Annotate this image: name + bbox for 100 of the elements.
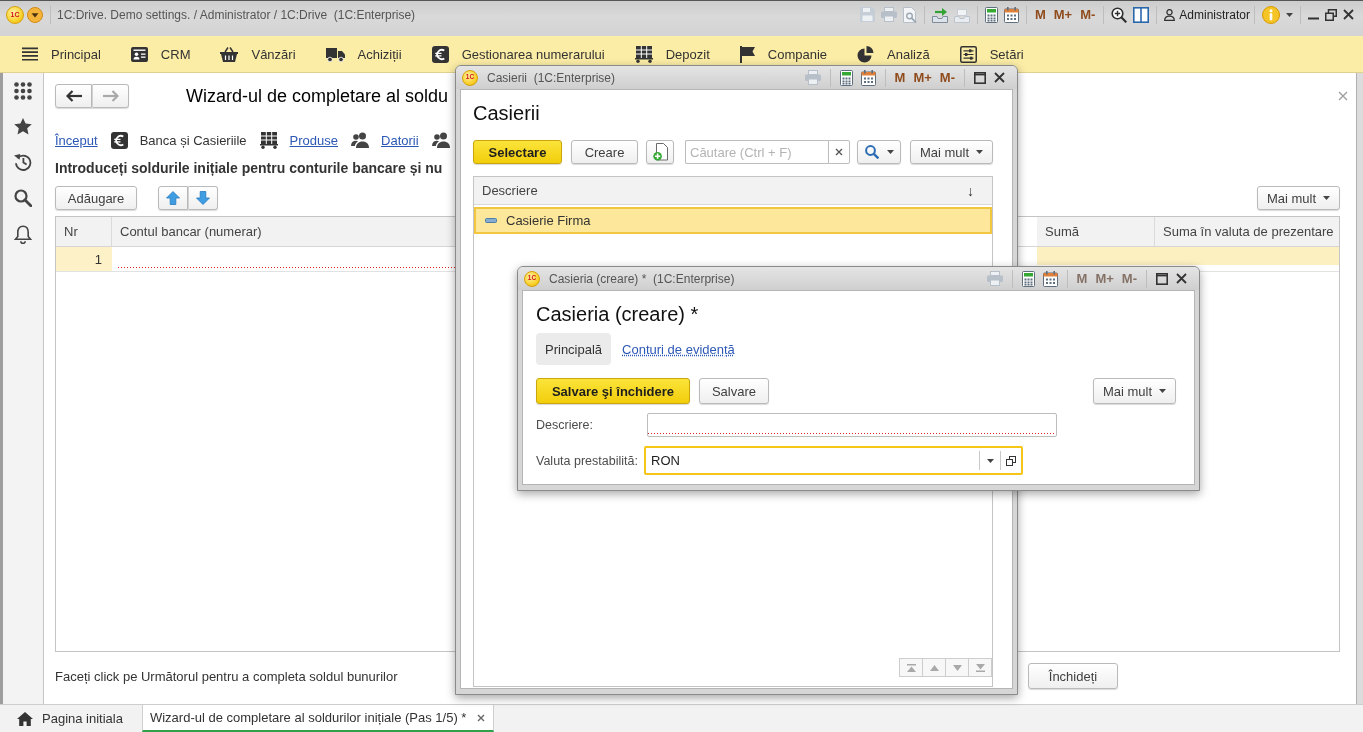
- arrow-right-icon: [102, 90, 119, 102]
- clear-button[interactable]: [828, 140, 850, 164]
- close-button[interactable]: Închideți: [1028, 663, 1118, 689]
- calendar-icon[interactable]: [1042, 270, 1058, 287]
- tab[interactable]: Wizard-ul de completare al soldurilor inițiale (Pas 1/5) *: [141, 705, 495, 732]
- tab[interactable]: Conturi de evidență: [622, 333, 735, 365]
- table-cell[interactable]: [1155, 247, 1339, 265]
- table-cell: 1: [56, 247, 112, 271]
- tab[interactable]: Pagina initiala: [0, 705, 142, 732]
- memory-button[interactable]: M: [1031, 6, 1049, 23]
- column-header: Nr: [56, 217, 112, 247]
- apps-grid-icon[interactable]: [14, 82, 32, 100]
- minus-icon: [485, 218, 497, 223]
- calculator-icon[interactable]: [839, 69, 853, 86]
- caret-icon: [886, 150, 894, 154]
- shelf-cart-icon: [634, 45, 653, 63]
- section-item[interactable]: Vânzări: [220, 46, 296, 62]
- step-link[interactable]: Datorii: [381, 132, 419, 148]
- back-button[interactable]: [55, 84, 92, 108]
- maximize-icon[interactable]: [974, 71, 986, 84]
- truck-icon: [325, 46, 345, 62]
- section-item[interactable]: CRM: [130, 46, 191, 62]
- step-link[interactable]: Început: [55, 132, 98, 148]
- section-item[interactable]: Achiziții: [325, 46, 402, 62]
- close-icon[interactable]: [1343, 9, 1354, 20]
- dialog-title: Casierii: [473, 101, 540, 125]
- calendar-icon[interactable]: [1003, 6, 1019, 23]
- memory-button[interactable]: M+: [910, 69, 935, 86]
- section-item[interactable]: Setări: [959, 45, 1024, 63]
- maximize-icon[interactable]: [1156, 272, 1168, 285]
- more-button[interactable]: Mai mult: [910, 140, 993, 164]
- sliders-icon: [959, 45, 977, 63]
- calendar-icon[interactable]: [860, 69, 876, 86]
- arrow-down-icon: [196, 191, 210, 205]
- search-button[interactable]: [857, 140, 901, 164]
- id-card-icon: [130, 46, 148, 62]
- add-button[interactable]: Adăugare: [55, 186, 137, 210]
- star-icon[interactable]: [14, 118, 32, 135]
- caret-icon: [986, 458, 994, 463]
- shelf-cart-icon: [259, 131, 278, 149]
- pie-chart-icon: [857, 45, 875, 63]
- calculator-icon[interactable]: [984, 6, 998, 23]
- select-field[interactable]: RON: [644, 446, 1023, 475]
- memory-button[interactable]: M-: [936, 69, 958, 86]
- person-icon: [1164, 8, 1176, 21]
- tray-arrow-icon[interactable]: [931, 6, 948, 23]
- create-button[interactable]: Creare: [571, 140, 638, 164]
- current-step[interactable]: Banca și Casieriile: [139, 132, 247, 148]
- caret-icon: [1323, 196, 1331, 200]
- search-field[interactable]: Căutare (Ctrl + F): [685, 140, 828, 164]
- step-link[interactable]: Produse: [289, 132, 338, 148]
- euro-icon: [110, 131, 128, 149]
- move-up-button[interactable]: [158, 186, 188, 210]
- people-icon: [431, 132, 450, 148]
- memory-button[interactable]: M: [891, 69, 909, 86]
- more-button[interactable]: Mai mult: [1257, 186, 1340, 210]
- history-icon[interactable]: [14, 153, 32, 171]
- caret-icon: [976, 150, 984, 154]
- tab[interactable]: Principală: [536, 333, 612, 365]
- list-row[interactable]: Casierie Firma: [474, 207, 992, 234]
- save-button[interactable]: Salvare: [699, 378, 769, 404]
- text-field[interactable]: [647, 413, 1057, 437]
- caret-icon[interactable]: [1286, 12, 1293, 17]
- search-icon: [864, 145, 879, 159]
- basket-icon: [220, 46, 239, 62]
- section-item[interactable]: Gestionarea numerarului: [431, 45, 605, 63]
- column-header: Sumă: [1037, 217, 1155, 247]
- triangle-down-bar-icon: [975, 663, 985, 672]
- menu-icon: [22, 47, 38, 61]
- flag-icon: [739, 45, 755, 63]
- user-name[interactable]: Administrator: [1179, 7, 1250, 22]
- save-and-close-button[interactable]: Salvare şi închidere: [536, 378, 690, 404]
- section-item[interactable]: Depozit: [634, 45, 710, 63]
- close-icon[interactable]: [994, 72, 1005, 83]
- select-button[interactable]: Selectare: [473, 140, 562, 164]
- table-cell[interactable]: [1037, 247, 1155, 265]
- section-item[interactable]: Principal: [22, 46, 101, 62]
- memory-button[interactable]: M-: [1077, 6, 1099, 23]
- caret-circle-icon[interactable]: [27, 6, 43, 23]
- close-icon[interactable]: [1176, 273, 1187, 284]
- bell-icon[interactable]: [14, 225, 32, 244]
- triangle-up-icon: [929, 664, 939, 671]
- clear-icon: [835, 148, 843, 156]
- more-button[interactable]: Mai mult: [1093, 378, 1176, 404]
- column-header: Contul bancar (numerar): [112, 217, 455, 247]
- section-item[interactable]: Analiză: [857, 45, 930, 63]
- move-down-button[interactable]: [188, 186, 218, 210]
- caret-icon: [1159, 389, 1167, 393]
- search-icon[interactable]: [14, 189, 32, 207]
- add-document-button[interactable]: [646, 140, 674, 164]
- zoom-in-icon[interactable]: [1111, 6, 1128, 23]
- section-item[interactable]: Companie: [739, 45, 828, 63]
- home-icon: [17, 711, 33, 726]
- restore-icon[interactable]: [1325, 8, 1337, 21]
- triangle-up-bar-icon: [906, 663, 916, 672]
- calculator-icon[interactable]: [1021, 270, 1035, 287]
- sort-arrow[interactable]: ↓: [967, 182, 974, 199]
- close-icon[interactable]: [477, 713, 486, 722]
- memory-button[interactable]: M+: [1050, 6, 1076, 23]
- split-panel-icon[interactable]: [1133, 6, 1150, 23]
